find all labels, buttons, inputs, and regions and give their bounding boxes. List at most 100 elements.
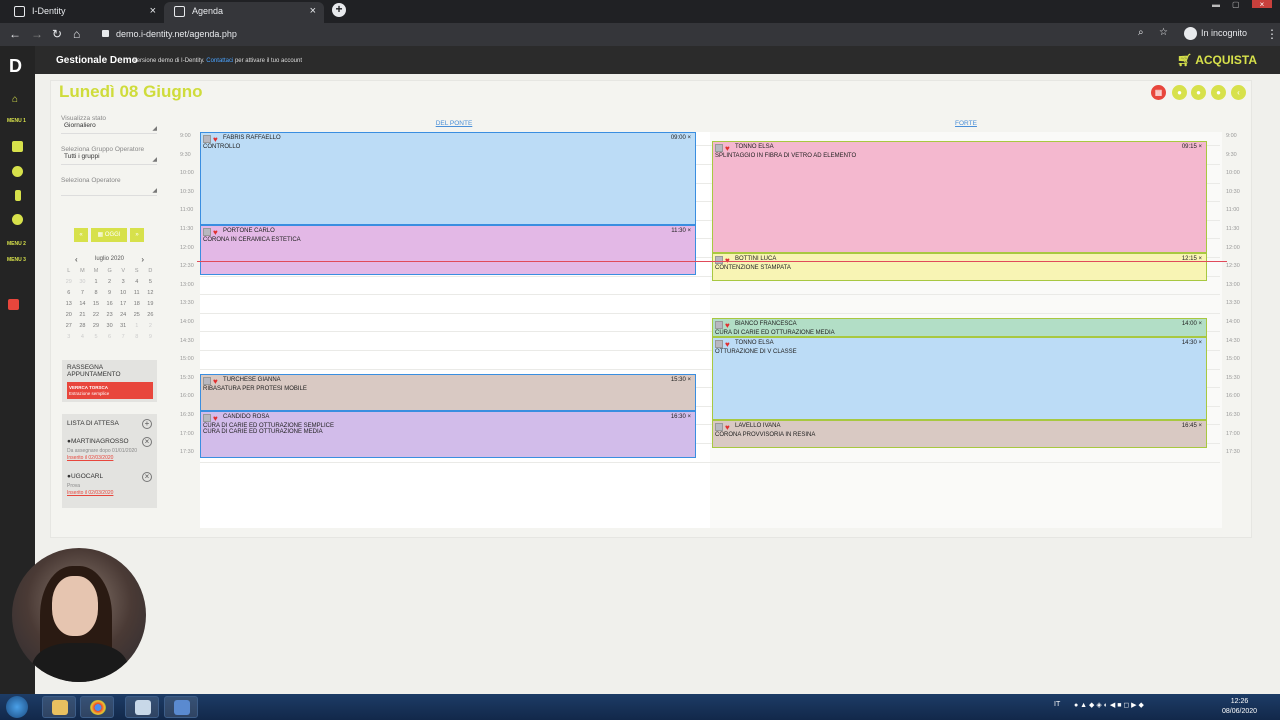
calendar-day[interactable]: 1	[130, 321, 144, 332]
red-nav-icon[interactable]	[8, 299, 19, 310]
next-day-button[interactable]: »	[130, 228, 144, 242]
appointment-block[interactable]: ♥ TONNO ELSA 09:15 × SPLINTAGGIO IN FIBRA D…	[712, 141, 1207, 253]
back-button[interactable]: ‹	[1231, 85, 1246, 100]
status-square-icon[interactable]	[203, 376, 211, 385]
appointment-block[interactable]: ♥ FABRIS RAFFAELLO 09:00 × CONTROLLO	[200, 132, 696, 225]
calendar-nav-icon[interactable]	[12, 141, 23, 152]
calendar-day[interactable]: 5	[144, 277, 158, 288]
calendar-day[interactable]: 1	[89, 277, 103, 288]
calendar-day[interactable]: 17	[116, 299, 130, 310]
calendar-day[interactable]: 8	[89, 288, 103, 299]
appointment-time[interactable]: 15:30 ×	[671, 377, 691, 383]
menu1-label[interactable]: MENU 1	[7, 118, 26, 124]
status-square-icon[interactable]	[715, 255, 723, 264]
calendar-day[interactable]: 26	[144, 310, 158, 321]
calendar-day[interactable]: 18	[130, 299, 144, 310]
calendar-day[interactable]: 15	[89, 299, 103, 310]
column-header-forte[interactable]: FORTE	[712, 120, 1220, 127]
tab-close-icon[interactable]: ×	[150, 2, 156, 21]
language-indicator[interactable]: IT	[1054, 701, 1060, 708]
calendar-day[interactable]: 8	[130, 332, 144, 343]
calendar-day[interactable]: 29	[89, 321, 103, 332]
remove-waiting-icon[interactable]: ×	[142, 437, 152, 447]
appointment-block[interactable]: ♥ TURCHESE GIANNA 15:30 × RIBASATURA PER PR…	[200, 373, 696, 411]
url-field[interactable]: demo.i-dentity.net/agenda.php	[96, 25, 1156, 44]
home-icon[interactable]: ⌂	[73, 27, 80, 41]
calendar-day[interactable]: 30	[76, 277, 90, 288]
calendar-day[interactable]: 20	[62, 310, 76, 321]
calendar-day[interactable]: 9	[103, 288, 117, 299]
calendar-day[interactable]: 24	[116, 310, 130, 321]
calendar-day[interactable]: 3	[116, 277, 130, 288]
calendar-day[interactable]: 7	[76, 288, 90, 299]
bell-button[interactable]: ●	[1172, 85, 1187, 100]
minimize-icon[interactable]: ▬	[1212, 0, 1224, 9]
appointment-time[interactable]: 09:00 ×	[671, 135, 691, 141]
prev-day-button[interactable]: «	[74, 228, 88, 242]
menu-dots-icon[interactable]: ⋮	[1266, 27, 1278, 41]
calendar-day[interactable]: 4	[76, 332, 90, 343]
calendar-day[interactable]: 19	[144, 299, 158, 310]
calendar-day[interactable]: 11	[130, 288, 144, 299]
today-button[interactable]: ▦ OGGI	[91, 228, 127, 242]
start-button[interactable]	[6, 696, 28, 718]
calendar-day[interactable]: 4	[130, 277, 144, 288]
appointment-block[interactable]: ♥ LAVELLO IVANA 16:45 × CORONA PROVVISORIA …	[712, 420, 1207, 449]
appointment-block[interactable]: ♥ PORTONE CARLO 11:30 × CORONA IN CERAMICA …	[200, 225, 696, 275]
appointment-time[interactable]: 14:30 ×	[1182, 340, 1202, 346]
appointment-block[interactable]: ♥ BOTTINI LUCA 12:15 × CONTENZIONE STAMPATA	[712, 252, 1207, 281]
calendar-day[interactable]: 27	[62, 321, 76, 332]
calendar-day[interactable]: 2	[103, 277, 117, 288]
calendar-day[interactable]: 23	[103, 310, 117, 321]
status-square-icon[interactable]	[203, 228, 211, 236]
appointment-time[interactable]: 16:45 ×	[1182, 423, 1202, 429]
remove-waiting-icon[interactable]: ×	[142, 472, 152, 482]
prev-month-icon[interactable]: ‹	[75, 255, 78, 264]
waiting-item-inserted[interactable]: Inserito il 02/03/2020	[67, 490, 113, 496]
rassegna-item[interactable]: VERRCA TORSCA Estrazione semplice	[67, 382, 153, 399]
calendar-day[interactable]: 31	[116, 321, 130, 332]
reload-icon[interactable]: ↻	[52, 27, 62, 41]
gear-nav-icon[interactable]	[12, 214, 23, 225]
app-taskbar-button[interactable]	[125, 696, 159, 718]
contact-link[interactable]: Contattaci	[206, 58, 233, 64]
appointment-time[interactable]: 11:30 ×	[671, 228, 691, 234]
appointment-time[interactable]: 09:15 ×	[1182, 144, 1202, 150]
status-square-icon[interactable]	[715, 423, 723, 432]
waiting-item-inserted[interactable]: Inserito il 02/03/2020	[67, 455, 113, 461]
calendar-day[interactable]: 3	[62, 332, 76, 343]
appointment-time[interactable]: 14:00 ×	[1182, 321, 1202, 327]
close-window-icon[interactable]: ×	[1252, 0, 1272, 9]
calendar-day[interactable]: 13	[62, 299, 76, 310]
calendar-day[interactable]: 9	[144, 332, 158, 343]
group-select[interactable]: Tutti i gruppi ◢	[61, 153, 157, 165]
user-nav-icon[interactable]	[12, 166, 23, 177]
appointment-block[interactable]: ♥ CANDIDO ROSA 16:30 × CURA DI CARIE ED OTT…	[200, 411, 696, 458]
calendar-day[interactable]: 25	[130, 310, 144, 321]
calendar-day[interactable]: 2	[144, 321, 158, 332]
money-nav-icon[interactable]	[15, 190, 21, 201]
waiting-item[interactable]: ●MARTINAGROSSO	[67, 438, 129, 445]
tray-icons[interactable]: ● ▲ ◆ ◈ ◐ ◀ ■ ◻ ▶ ◆	[1074, 701, 1144, 709]
buy-button[interactable]: 🛒︎ ACQUISTA	[1177, 53, 1257, 67]
calendar-day[interactable]: 12	[144, 288, 158, 299]
calendar-day[interactable]: 30	[103, 321, 117, 332]
calendar-day[interactable]: 22	[89, 310, 103, 321]
status-square-icon[interactable]	[715, 144, 723, 153]
clock[interactable]: 12:26 08/06/2020	[1222, 697, 1257, 717]
incognito-indicator[interactable]: In incognito	[1184, 27, 1247, 40]
calendar-day[interactable]: 7	[116, 332, 130, 343]
calendar-day[interactable]: 14	[76, 299, 90, 310]
tab-close-icon[interactable]: ×	[310, 2, 316, 21]
status-square-icon[interactable]	[715, 339, 723, 348]
calendar-day[interactable]: 6	[103, 332, 117, 343]
next-month-icon[interactable]: ›	[141, 255, 144, 264]
new-tab-button[interactable]: +	[332, 3, 346, 17]
tab-identity[interactable]: I-Dentity ×	[4, 2, 164, 23]
waiting-item[interactable]: ●UGOCARL	[67, 473, 103, 480]
appointment-time[interactable]: 16:30 ×	[671, 414, 691, 420]
explorer-taskbar-button[interactable]	[42, 696, 76, 718]
phone-button[interactable]: ●	[1191, 85, 1206, 100]
appointment-block[interactable]: ♥ TONNO ELSA 14:30 × OTTURAZIONE DI V CLASS…	[712, 336, 1207, 421]
grid-view-button[interactable]: ▦	[1151, 85, 1166, 100]
